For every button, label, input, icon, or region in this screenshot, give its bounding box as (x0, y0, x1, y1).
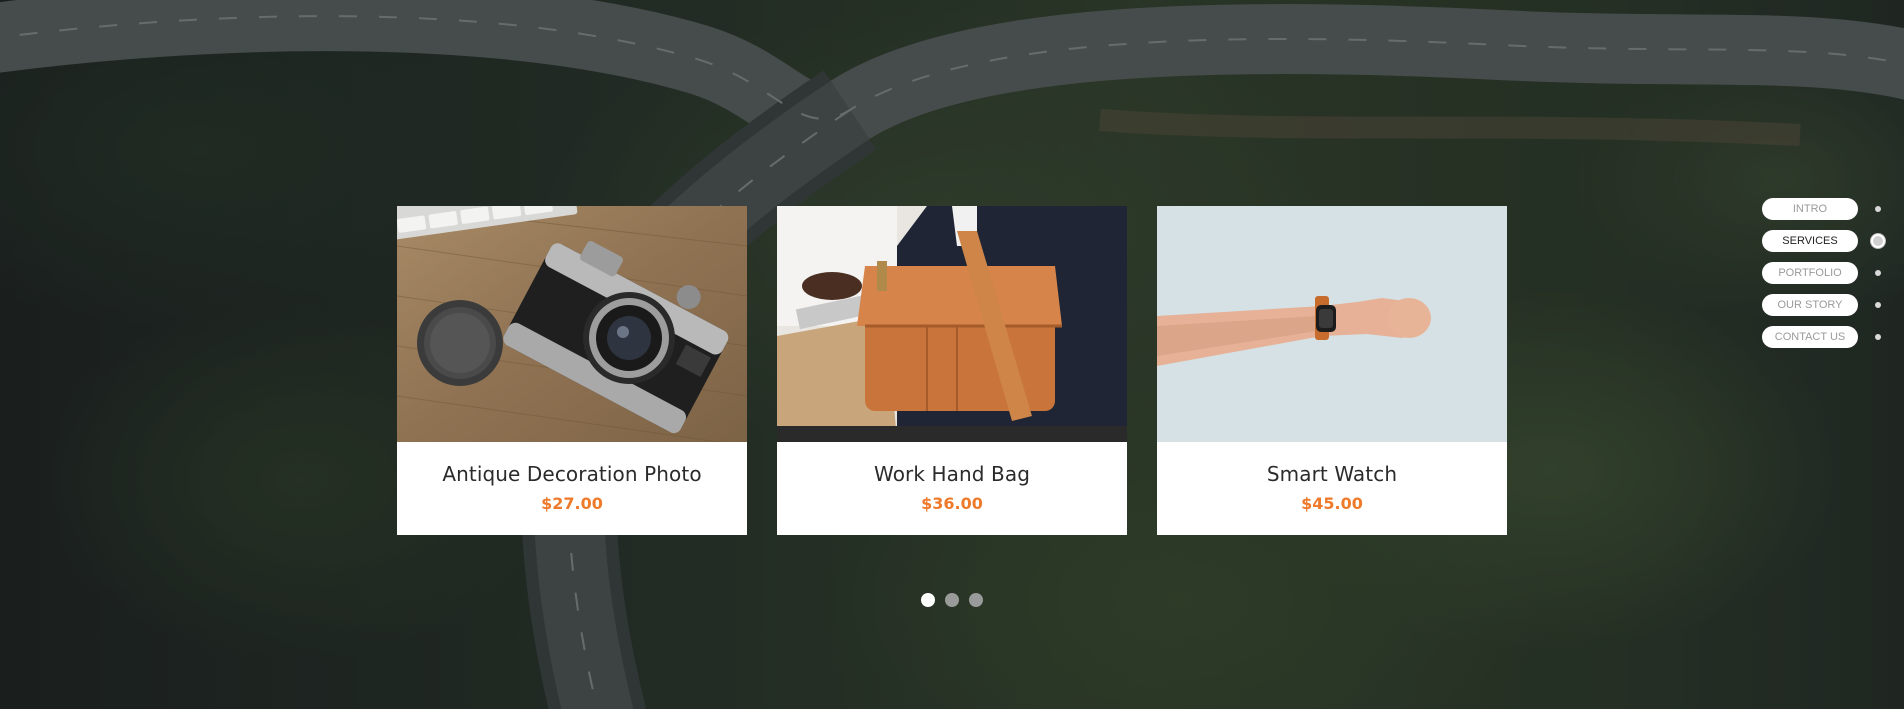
product-name[interactable]: Antique Decoration Photo (397, 462, 747, 486)
product-price: $27.00 (541, 494, 603, 513)
product-name[interactable]: Smart Watch (1157, 462, 1507, 486)
nav-label-services[interactable]: SERVICES (1762, 230, 1858, 252)
nav-dot-our-story[interactable] (1875, 302, 1881, 308)
product-info: Smart Watch $45.00 (1157, 442, 1507, 535)
product-price: $36.00 (921, 494, 983, 513)
product-price: $45.00 (1301, 494, 1363, 513)
camera-photo[interactable] (397, 206, 747, 442)
nav-dot-services[interactable] (1871, 234, 1885, 248)
slider-dot-3[interactable] (969, 593, 983, 607)
nav-label-intro[interactable]: INTRO (1762, 198, 1858, 220)
leather-bag-photo[interactable] (777, 206, 1127, 442)
slider-dot-2[interactable] (945, 593, 959, 607)
nav-dot-contact-us[interactable] (1875, 334, 1881, 340)
nav-label-portfolio[interactable]: PORTFOLIO (1762, 262, 1858, 284)
product-name[interactable]: Work Hand Bag (777, 462, 1127, 486)
product-info: Work Hand Bag $36.00 (777, 442, 1127, 535)
nav-dot-intro[interactable] (1875, 206, 1881, 212)
product-info: Antique Decoration Photo $27.00 (397, 442, 747, 535)
product-card-smart-watch[interactable]: Smart Watch $45.00 (1157, 206, 1507, 535)
smart-watch-photo[interactable] (1157, 206, 1507, 442)
slider-dot-1[interactable] (921, 593, 935, 607)
nav-label-our-story[interactable]: OUR STORY (1762, 294, 1858, 316)
nav-label-contact-us[interactable]: CONTACT US (1762, 326, 1858, 348)
product-card-antique-decoration-photo[interactable]: Antique Decoration Photo $27.00 (397, 206, 747, 535)
product-card-work-hand-bag[interactable]: Work Hand Bag $36.00 (777, 206, 1127, 535)
nav-dot-portfolio[interactable] (1875, 270, 1881, 276)
